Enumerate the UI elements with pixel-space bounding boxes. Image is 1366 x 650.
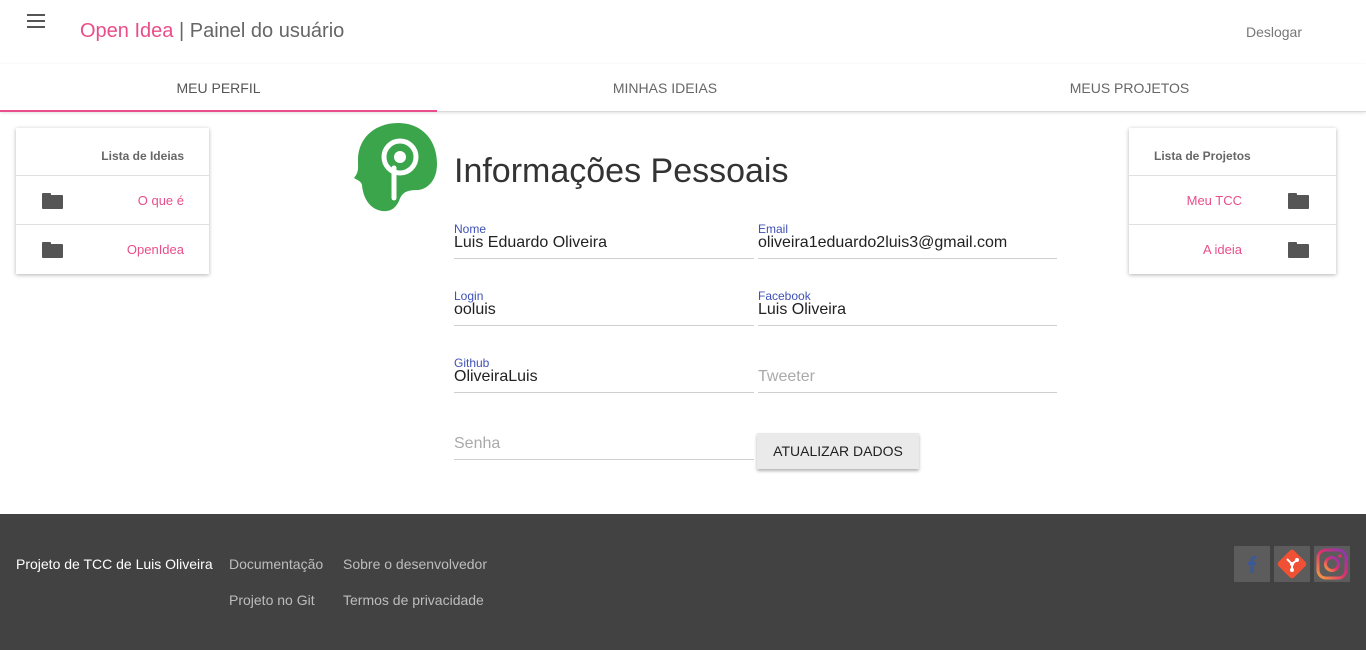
footer-link-documentation[interactable]: Documentação bbox=[229, 556, 323, 572]
idea-head-icon bbox=[354, 123, 437, 212]
idea-item[interactable]: O que é bbox=[16, 176, 209, 225]
folder-icon bbox=[1288, 242, 1309, 258]
footer-credit: Projeto de TCC de Luis Oliveira bbox=[16, 556, 213, 572]
github-field: Github bbox=[454, 356, 754, 406]
section-title: Informações Pessoais bbox=[454, 152, 789, 190]
github-input[interactable] bbox=[454, 368, 754, 393]
footer: Projeto de TCC de Luis Oliveira Document… bbox=[0, 514, 1366, 650]
idea-item-label: OpenIdea bbox=[126, 242, 184, 257]
facebook-icon[interactable] bbox=[1234, 546, 1270, 582]
folder-icon bbox=[1288, 193, 1309, 209]
footer-link-git-project[interactable]: Projeto no Git bbox=[229, 592, 315, 608]
project-item[interactable]: A ideia bbox=[1129, 225, 1336, 274]
folder-icon bbox=[42, 193, 63, 209]
tweeter-field bbox=[758, 356, 1057, 406]
brand-name: Open Idea bbox=[80, 20, 174, 42]
email-input[interactable] bbox=[758, 234, 1057, 259]
name-field: Nome bbox=[454, 222, 754, 272]
password-input[interactable] bbox=[454, 435, 754, 460]
facebook-input[interactable] bbox=[758, 301, 1057, 326]
page-subtitle: Painel do usuário bbox=[189, 20, 345, 42]
folder-icon bbox=[42, 242, 63, 258]
name-input[interactable] bbox=[454, 234, 754, 259]
hamburger-menu-icon[interactable] bbox=[24, 10, 48, 32]
logout-link[interactable]: Deslogar bbox=[1246, 24, 1302, 40]
title-separator: | bbox=[173, 20, 190, 42]
project-item-label: A ideia bbox=[1202, 242, 1242, 257]
idea-item[interactable]: OpenIdea bbox=[16, 225, 209, 274]
git-icon[interactable] bbox=[1274, 546, 1310, 582]
projects-list-card: Lista de Projetos Meu TCC A ideia bbox=[1129, 128, 1336, 274]
app-header: Open Idea | Painel do usuário Deslogar bbox=[0, 0, 1366, 64]
projects-list-title: Lista de Projetos bbox=[1129, 128, 1336, 176]
login-field: Login bbox=[454, 289, 754, 339]
tweeter-input[interactable] bbox=[758, 368, 1057, 393]
idea-item-label: O que é bbox=[137, 193, 184, 208]
footer-link-about-developer[interactable]: Sobre o desenvolvedor bbox=[343, 556, 487, 572]
project-item[interactable]: Meu TCC bbox=[1129, 176, 1336, 225]
update-data-button[interactable]: ATUALIZAR DADOS bbox=[757, 433, 919, 469]
page-title: Open Idea | Painel do usuário bbox=[80, 20, 344, 43]
tab-bar: MEU PERFIL MINHAS IDEIAS MEUS PROJETOS bbox=[0, 64, 1366, 112]
tab-minhas-ideias[interactable]: MINHAS IDEIAS bbox=[437, 64, 893, 112]
login-input[interactable] bbox=[454, 301, 754, 326]
ideas-list-card: Lista de Ideias O que é OpenIdea bbox=[16, 128, 209, 274]
project-item-label: Meu TCC bbox=[1186, 193, 1242, 208]
instagram-icon[interactable] bbox=[1314, 546, 1350, 582]
tab-meu-perfil[interactable]: MEU PERFIL bbox=[0, 64, 437, 112]
tab-meus-projetos[interactable]: MEUS PROJETOS bbox=[893, 64, 1366, 112]
email-field: Email bbox=[758, 222, 1057, 272]
facebook-field: Facebook bbox=[758, 289, 1057, 339]
ideas-list-title: Lista de Ideias bbox=[16, 128, 209, 176]
footer-link-privacy-terms[interactable]: Termos de privacidade bbox=[343, 592, 484, 608]
password-field bbox=[454, 423, 754, 473]
